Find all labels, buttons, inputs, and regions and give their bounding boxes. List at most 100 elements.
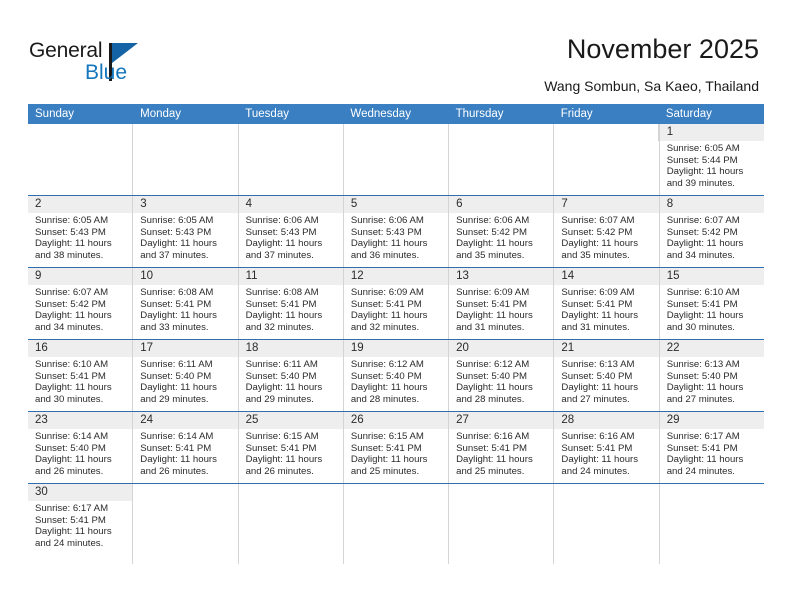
calendar-day-cell[interactable]: 11 Sunrise: 6:08 AM Sunset: 5:41 PM Dayligh… [237,268,343,339]
daylight-text-line2: and 29 minutes. [140,393,209,405]
day-sun-info: Sunrise: 6:06 AM Sunset: 5:42 PM Daylight:… [456,213,547,261]
calendar-day-cell[interactable]: 22 Sunrise: 6:13 AM Sunset: 5:40 PM Dayligh… [658,340,764,411]
daylight-text-line1: Daylight: 11 hours [140,310,217,322]
calendar-day-cell[interactable]: 10 Sunrise: 6:08 AM Sunset: 5:41 PM Dayligh… [132,268,237,339]
calendar-week-row: 30 Sunrise: 6:17 AM Sunset: 5:41 PM Dayligh… [28,483,764,564]
sunrise-text: Sunrise: 6:07 AM [561,215,635,226]
calendar-day-cell[interactable]: 23 Sunrise: 6:14 AM Sunset: 5:40 PM Dayligh… [28,412,132,483]
day-sun-info: Sunrise: 6:10 AM Sunset: 5:41 PM Daylight:… [667,285,758,333]
day-sun-info: Sunrise: 6:15 AM Sunset: 5:41 PM Daylight:… [351,429,442,477]
daylight-text-line1: Daylight: 11 hours [35,454,112,466]
calendar-day-cell-empty [553,484,658,564]
day-number: 25 [245,414,259,426]
day-sun-info: Sunrise: 6:07 AM Sunset: 5:42 PM Daylight:… [561,213,652,261]
day-sun-info: Sunrise: 6:12 AM Sunset: 5:40 PM Daylight:… [351,357,442,405]
calendar-day-cell[interactable]: 18 Sunrise: 6:11 AM Sunset: 5:40 PM Dayligh… [237,340,343,411]
calendar-day-cell[interactable]: 8 Sunrise: 6:07 AM Sunset: 5:42 PM Daylight… [658,196,764,267]
calendar-day-cell[interactable]: 3 Sunrise: 6:05 AM Sunset: 5:43 PM Daylight… [132,196,237,267]
calendar-day-cell[interactable]: 30 Sunrise: 6:17 AM Sunset: 5:41 PM Dayligh… [28,484,132,564]
daylight-text-line1: Daylight: 11 hours [561,454,639,466]
calendar-day-cell[interactable]: 1 Sunrise: 6:05 AM Sunset: 5:44 PM Daylight… [658,124,764,195]
calendar-day-cell[interactable]: 26 Sunrise: 6:15 AM Sunset: 5:41 PM Dayligh… [342,412,448,483]
sunset-text: Sunset: 5:41 PM [561,298,633,310]
day-sun-info: Sunrise: 6:09 AM Sunset: 5:41 PM Daylight:… [456,285,547,333]
sunset-text: Sunset: 5:40 PM [140,370,212,382]
calendar-day-cell[interactable]: 13 Sunrise: 6:09 AM Sunset: 5:41 PM Dayligh… [448,268,553,339]
sunrise-text: Sunrise: 6:17 AM [35,503,109,514]
calendar-day-cell-empty [448,124,553,195]
day-number-placeholder [35,124,126,141]
logo-triangle-icon [112,43,138,63]
calendar-day-cell[interactable]: 15 Sunrise: 6:10 AM Sunset: 5:41 PM Dayligh… [658,268,764,339]
sunrise-text: Sunrise: 6:10 AM [35,359,109,370]
daylight-text-line1: Daylight: 11 hours [140,238,217,250]
calendar-week-row: 9 Sunrise: 6:07 AM Sunset: 5:42 PM Daylight… [28,267,764,339]
day-number: 11 [245,270,258,282]
day-number-placeholder [456,484,547,501]
day-sun-info: Sunrise: 6:16 AM Sunset: 5:41 PM Daylight:… [456,429,547,477]
daylight-text-line1: Daylight: 11 hours [245,310,323,322]
day-sun-info: Sunrise: 6:15 AM Sunset: 5:41 PM Daylight:… [246,429,337,477]
calendar-day-cell[interactable]: 7 Sunrise: 6:07 AM Sunset: 5:42 PM Daylight… [553,196,658,267]
day-number: 6 [456,198,463,210]
daylight-text-line1: Daylight: 11 hours [350,454,428,466]
daylight-text-line2: and 36 minutes. [350,249,420,261]
page-subtitle: Wang Sombun, Sa Kaeo, Thailand [544,78,759,94]
weekday-header-saturday: Saturday [665,108,712,120]
daylight-text-line1: Daylight: 11 hours [666,166,744,178]
daylight-text-line2: and 26 minutes. [245,465,314,477]
day-number-placeholder [351,124,442,141]
day-number-placeholder [351,484,442,501]
sunset-text: Sunset: 5:40 PM [35,442,106,454]
day-sun-info: Sunrise: 6:13 AM Sunset: 5:40 PM Daylight:… [561,357,652,405]
calendar-day-cell[interactable]: 21 Sunrise: 6:13 AM Sunset: 5:40 PM Dayligh… [553,340,658,411]
calendar-day-cell[interactable]: 17 Sunrise: 6:11 AM Sunset: 5:40 PM Dayligh… [132,340,237,411]
sunset-text: Sunset: 5:41 PM [245,442,317,454]
sunrise-text: Sunrise: 6:11 AM [140,359,213,370]
calendar-day-cell[interactable]: 20 Sunrise: 6:12 AM Sunset: 5:40 PM Dayligh… [448,340,553,411]
calendar-day-cell[interactable]: 5 Sunrise: 6:06 AM Sunset: 5:43 PM Daylight… [342,196,448,267]
calendar-day-cell[interactable]: 24 Sunrise: 6:14 AM Sunset: 5:41 PM Dayligh… [132,412,237,483]
calendar-day-cell[interactable]: 4 Sunrise: 6:06 AM Sunset: 5:43 PM Daylight… [237,196,343,267]
day-sun-info: Sunrise: 6:13 AM Sunset: 5:40 PM Daylight:… [667,357,758,405]
calendar-day-cell[interactable]: 19 Sunrise: 6:12 AM Sunset: 5:40 PM Dayligh… [342,340,448,411]
day-sun-info: Sunrise: 6:10 AM Sunset: 5:41 PM Daylight:… [35,357,126,405]
calendar-day-cell[interactable]: 28 Sunrise: 6:16 AM Sunset: 5:41 PM Dayligh… [553,412,658,483]
sunset-text: Sunset: 5:43 PM [140,226,212,238]
day-number: 29 [666,414,680,426]
daylight-text-line1: Daylight: 11 hours [245,382,323,394]
sunset-text: Sunset: 5:44 PM [666,154,738,166]
calendar-day-cell[interactable]: 9 Sunrise: 6:07 AM Sunset: 5:42 PM Daylight… [28,268,132,339]
sunset-text: Sunset: 5:43 PM [245,226,317,238]
calendar-day-cell[interactable]: 2 Sunrise: 6:05 AM Sunset: 5:43 PM Daylight… [28,196,132,267]
daylight-text-line2: and 28 minutes. [350,393,420,405]
day-number: 20 [456,342,469,354]
sunset-text: Sunset: 5:43 PM [35,226,106,238]
daylight-text-line2: and 26 minutes. [35,465,104,477]
daylight-text-line2: and 25 minutes. [350,465,420,477]
calendar-week-row: 16 Sunrise: 6:10 AM Sunset: 5:41 PM Dayligh… [28,339,764,411]
daylight-text-line1: Daylight: 11 hours [561,238,639,250]
day-number: 14 [561,270,575,282]
calendar-day-cell[interactable]: 6 Sunrise: 6:06 AM Sunset: 5:42 PM Daylight… [448,196,553,267]
day-sun-info: Sunrise: 6:14 AM Sunset: 5:41 PM Daylight:… [140,429,231,477]
day-sun-info: Sunrise: 6:11 AM Sunset: 5:40 PM Daylight:… [140,357,231,405]
calendar-day-cell[interactable]: 29 Sunrise: 6:17 AM Sunset: 5:41 PM Dayligh… [658,412,764,483]
calendar-week-cells: 16 Sunrise: 6:10 AM Sunset: 5:41 PM Dayligh… [28,340,764,411]
calendar-day-cell[interactable]: 12 Sunrise: 6:09 AM Sunset: 5:41 PM Dayligh… [342,268,448,339]
daylight-text-line2: and 32 minutes. [245,321,314,333]
logo-text-general: General [29,39,103,62]
calendar-day-cell[interactable]: 14 Sunrise: 6:09 AM Sunset: 5:41 PM Dayligh… [553,268,658,339]
calendar-day-cell[interactable]: 27 Sunrise: 6:16 AM Sunset: 5:41 PM Dayligh… [448,412,553,483]
calendar-day-cell[interactable]: 16 Sunrise: 6:10 AM Sunset: 5:41 PM Dayligh… [28,340,132,411]
calendar-week-cells: 9 Sunrise: 6:07 AM Sunset: 5:42 PM Daylight… [28,268,764,339]
general-blue-logo[interactable]: General Blue [29,39,159,87]
daylight-text-line2: and 35 minutes. [456,249,525,261]
calendar-day-cell[interactable]: 25 Sunrise: 6:15 AM Sunset: 5:41 PM Dayligh… [237,412,343,483]
daylight-text-line2: and 38 minutes. [35,249,104,261]
daylight-text-line1: Daylight: 11 hours [666,310,744,322]
sunrise-text: Sunrise: 6:13 AM [561,359,635,370]
sunrise-text: Sunrise: 6:05 AM [140,215,214,226]
day-sun-info: Sunrise: 6:11 AM Sunset: 5:40 PM Daylight:… [246,357,337,405]
calendar-day-cell-empty [342,124,448,195]
